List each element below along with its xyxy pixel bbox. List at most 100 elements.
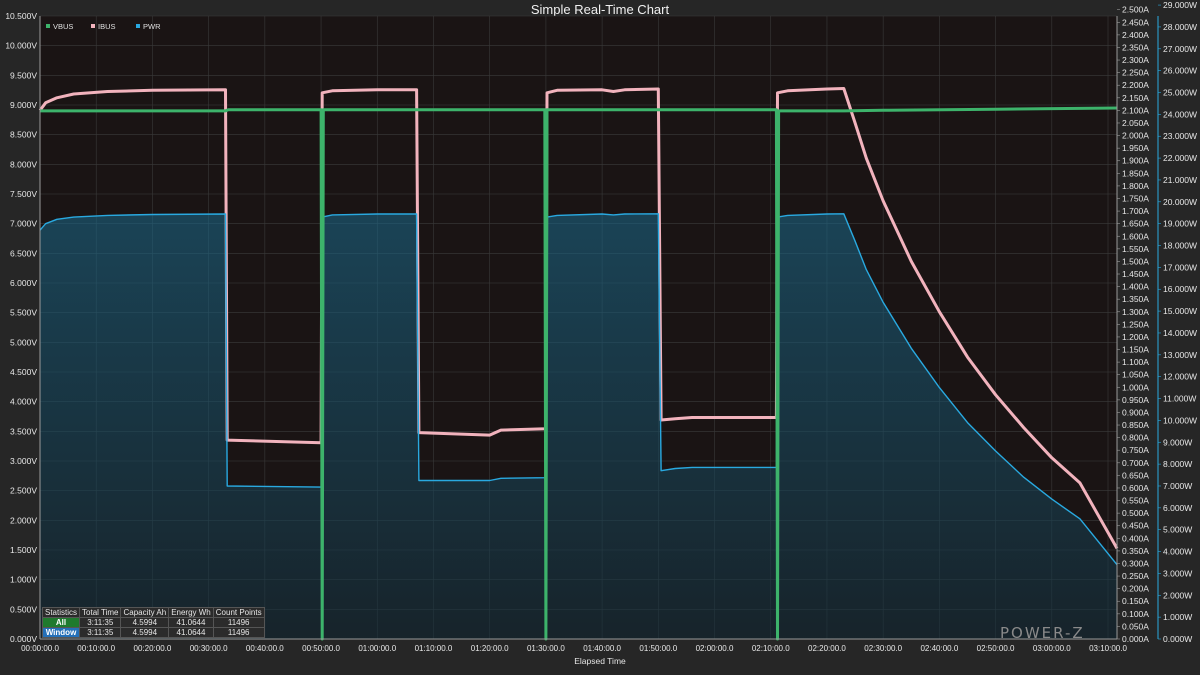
x-tick-label: 00:20:00.0 bbox=[134, 644, 172, 653]
y-right-power-tick-label: 13.000W bbox=[1163, 350, 1197, 360]
stats-cell: 11496 bbox=[212, 617, 265, 628]
y-right-current-tick-label: 2.000A bbox=[1122, 131, 1149, 141]
y-right-power-tick-label: 26.000W bbox=[1163, 66, 1197, 76]
y-right-current-tick-label: 0.350A bbox=[1122, 546, 1149, 556]
y-left-tick-label: 7.000V bbox=[10, 219, 37, 229]
y-left-tick-label: 6.500V bbox=[10, 248, 37, 258]
y-right-current-tick-label: 1.550A bbox=[1122, 244, 1149, 254]
y-right-current-tick-label: 0.950A bbox=[1122, 395, 1149, 405]
y-right-current-tick-label: 0.150A bbox=[1122, 596, 1149, 606]
x-tick-label: 01:20:00.0 bbox=[471, 644, 509, 653]
legend-marker-ibus bbox=[91, 24, 95, 28]
y-right-current-tick-label: 1.350A bbox=[1122, 294, 1149, 304]
y-left-tick-label: 10.500V bbox=[5, 11, 37, 21]
y-right-current-tick-label: 0.400A bbox=[1122, 533, 1149, 543]
x-tick-label: 02:40:00.0 bbox=[920, 644, 958, 653]
y-left-tick-label: 4.500V bbox=[10, 367, 37, 377]
x-tick-label: 02:10:00.0 bbox=[752, 644, 790, 653]
y-right-current-tick-label: 2.450A bbox=[1122, 17, 1149, 27]
y-right-power-tick-label: 25.000W bbox=[1163, 88, 1197, 98]
y-right-current-tick-label: 0.100A bbox=[1122, 609, 1149, 619]
y-right-current-tick-label: 1.900A bbox=[1122, 156, 1149, 166]
legend-marker-pwr bbox=[136, 24, 140, 28]
y-right-power-tick-label: 4.000W bbox=[1163, 547, 1192, 557]
y-right-power-tick-label: 2.000W bbox=[1163, 590, 1192, 600]
y-right-power-tick-label: 14.000W bbox=[1163, 328, 1197, 338]
y-left-tick-label: 2.500V bbox=[10, 486, 37, 496]
y-left-tick-label: 3.000V bbox=[10, 456, 37, 466]
y-right-current-tick-label: 1.750A bbox=[1122, 193, 1149, 203]
y-right-current-tick-label: 0.300A bbox=[1122, 558, 1149, 568]
y-left-tick-label: 3.500V bbox=[10, 426, 37, 436]
y-right-current-tick-label: 1.300A bbox=[1122, 307, 1149, 317]
x-tick-label: 00:40:00.0 bbox=[246, 644, 284, 653]
y-right-power-tick-label: 10.000W bbox=[1163, 415, 1197, 425]
y-right-current-tick-label: 1.700A bbox=[1122, 206, 1149, 216]
stats-row-label: All bbox=[41, 617, 81, 628]
y-left-tick-label: 2.000V bbox=[10, 515, 37, 525]
stats-header: Count Points bbox=[212, 607, 265, 618]
stats-header: Capacity Ah bbox=[120, 607, 170, 618]
x-tick-label: 01:10:00.0 bbox=[415, 644, 453, 653]
x-tick-label: 02:00:00.0 bbox=[696, 644, 734, 653]
y-right-current-tick-label: 0.650A bbox=[1122, 470, 1149, 480]
y-left-tick-label: 7.500V bbox=[10, 189, 37, 199]
y-right-current-tick-label: 1.650A bbox=[1122, 219, 1149, 229]
stats-cell: 41.0644 bbox=[168, 627, 214, 638]
y-right-power-tick-label: 6.000W bbox=[1163, 503, 1192, 513]
legend: VBUS IBUS PWR bbox=[46, 22, 161, 31]
y-right-power-tick-label: 7.000W bbox=[1163, 481, 1192, 491]
y-right-current-tick-label: 2.400A bbox=[1122, 30, 1149, 40]
y-right-power-tick-label: 29.000W bbox=[1163, 0, 1197, 10]
y-left-tick-label: 0.000V bbox=[10, 634, 37, 644]
stats-cell: 41.0644 bbox=[168, 617, 214, 628]
y-right-power-tick-label: 16.000W bbox=[1163, 284, 1197, 294]
y-right-current-tick-label: 1.200A bbox=[1122, 332, 1149, 342]
legend-marker-vbus bbox=[46, 24, 50, 28]
y-right-power-tick-label: 27.000W bbox=[1163, 44, 1197, 54]
y-right-power-tick-label: 1.000W bbox=[1163, 612, 1192, 622]
y-right-current-tick-label: 1.400A bbox=[1122, 282, 1149, 292]
y-right-current-tick-label: 2.300A bbox=[1122, 55, 1149, 65]
y-right-current-tick-label: 0.900A bbox=[1122, 407, 1149, 417]
y-right-current-tick-label: 0.700A bbox=[1122, 458, 1149, 468]
stats-row-window: Window 3:11:35 4.5994 41.0644 11496 bbox=[41, 627, 265, 638]
y-right-current-tick-label: 1.600A bbox=[1122, 231, 1149, 241]
x-tick-label: 03:10:00.0 bbox=[1089, 644, 1127, 653]
y-left-tick-label: 8.500V bbox=[10, 130, 37, 140]
legend-label-pwr: PWR bbox=[143, 22, 161, 31]
x-tick-label: 00:00:00.0 bbox=[21, 644, 59, 653]
y-right-current-tick-label: 2.200A bbox=[1122, 80, 1149, 90]
y-right-current-tick-label: 1.050A bbox=[1122, 370, 1149, 380]
y-right-current-tick-label: 0.250A bbox=[1122, 571, 1149, 581]
y-left-tick-label: 8.000V bbox=[10, 159, 37, 169]
x-tick-label: 02:50:00.0 bbox=[977, 644, 1015, 653]
y-right-power-tick-label: 15.000W bbox=[1163, 306, 1197, 316]
y-right-current-tick-label: 1.800A bbox=[1122, 181, 1149, 191]
x-tick-label: 00:30:00.0 bbox=[190, 644, 228, 653]
y-right-current-tick-label: 1.150A bbox=[1122, 345, 1149, 355]
y-left-tick-label: 5.000V bbox=[10, 337, 37, 347]
y-right-current-tick-label: 2.150A bbox=[1122, 93, 1149, 103]
x-tick-label: 01:50:00.0 bbox=[639, 644, 677, 653]
x-axis-label: Elapsed Time bbox=[574, 656, 626, 666]
y-right-current-tick-label: 0.200A bbox=[1122, 584, 1149, 594]
y-left-tick-label: 4.000V bbox=[10, 397, 37, 407]
brand-watermark: POWER-Z bbox=[1000, 624, 1085, 642]
y-right-current-tick-label: 2.050A bbox=[1122, 118, 1149, 128]
y-right-power-tick-label: 0.000W bbox=[1163, 634, 1192, 644]
y-left-tick-label: 6.000V bbox=[10, 278, 37, 288]
y-right-current-tick-label: 1.950A bbox=[1122, 143, 1149, 153]
y-right-current-tick-label: 1.500A bbox=[1122, 256, 1149, 266]
x-tick-label: 00:50:00.0 bbox=[302, 644, 340, 653]
x-tick-label: 02:20:00.0 bbox=[808, 644, 846, 653]
y-right-current-tick-label: 1.450A bbox=[1122, 269, 1149, 279]
y-right-current-tick-label: 2.250A bbox=[1122, 68, 1149, 78]
y-right-power-tick-label: 17.000W bbox=[1163, 262, 1197, 272]
statistics-table: Statistics Total Time Capacity Ah Energy… bbox=[41, 607, 265, 638]
y-right-power-tick-label: 9.000W bbox=[1163, 437, 1192, 447]
y-right-power-tick-label: 24.000W bbox=[1163, 109, 1197, 119]
x-tick-label: 01:30:00.0 bbox=[527, 644, 565, 653]
y-right-current-tick-label: 0.850A bbox=[1122, 420, 1149, 430]
stats-cell: 4.5994 bbox=[120, 627, 170, 638]
